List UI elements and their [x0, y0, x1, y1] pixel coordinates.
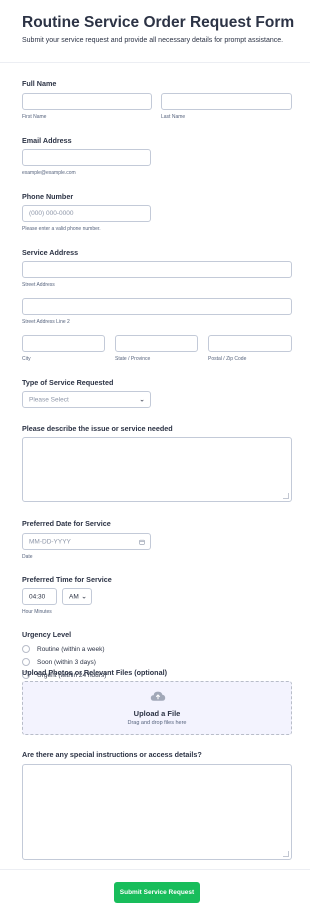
date-sublabel: Date — [22, 554, 33, 560]
email-label: Email Address — [22, 136, 72, 145]
postal-code-sublabel: Postal / Zip Code — [208, 356, 247, 362]
street-address-input[interactable] — [22, 261, 292, 278]
chevron-down-icon: ⌄ — [81, 593, 87, 600]
upload-dropzone[interactable]: Upload a File Drag and drop files here — [22, 681, 292, 735]
first-name-sublabel: First Name — [22, 114, 47, 120]
service-type-label: Type of Service Requested — [22, 378, 114, 387]
upload-label: Upload Photos or Relevant Files (optiona… — [22, 668, 167, 677]
urgency-option-label: Routine (within a week) — [37, 645, 105, 653]
date-input[interactable]: MM-DD-YYYY — [22, 533, 151, 550]
date-placeholder: MM-DD-YYYY — [29, 538, 71, 545]
describe-textarea[interactable] — [22, 437, 292, 502]
time-sublabel: Hour Minutes — [22, 609, 52, 615]
urgency-option-routine[interactable]: Routine (within a week) — [22, 644, 105, 654]
radio-button[interactable] — [22, 645, 30, 653]
resize-handle-icon[interactable] — [283, 493, 289, 499]
state-sublabel: State / Province — [115, 356, 151, 362]
email-sublabel: example@example.com — [22, 170, 76, 176]
urgency-option-soon[interactable]: Soon (within 3 days) — [22, 657, 96, 667]
last-name-input[interactable] — [161, 93, 292, 110]
email-input[interactable] — [22, 149, 151, 166]
form-header: Routine Service Order Request Form Submi… — [0, 0, 310, 63]
resize-handle-icon[interactable] — [283, 851, 289, 857]
time-hour-minute-input[interactable]: 04:30 — [22, 588, 57, 605]
state-input[interactable] — [115, 335, 198, 352]
upload-title: Upload a File — [133, 709, 181, 718]
service-type-selected: Please Select — [29, 396, 69, 403]
describe-label: Please describe the issue or service nee… — [22, 424, 173, 433]
city-sublabel: City — [22, 356, 31, 362]
form-title: Routine Service Order Request Form — [22, 14, 295, 31]
city-input[interactable] — [22, 335, 105, 352]
instructions-textarea[interactable] — [22, 764, 292, 860]
urgency-label: Urgency Level — [22, 630, 72, 639]
cloud-upload-icon — [150, 691, 166, 701]
ampm-value: AM — [69, 593, 79, 600]
chevron-down-icon: ⌄ — [139, 396, 145, 403]
time-label: Preferred Time for Service — [22, 575, 112, 584]
full-name-label: Full Name — [22, 79, 57, 88]
last-name-sublabel: Last Name — [161, 114, 186, 120]
instructions-label: Are there any special instructions or ac… — [22, 750, 202, 759]
phone-sublabel: Please enter a valid phone number. — [22, 226, 101, 232]
service-type-select[interactable]: Please Select ⌄ — [22, 391, 151, 408]
radio-button[interactable] — [22, 658, 30, 666]
street-address-sublabel: Street Address — [22, 282, 55, 288]
calendar-icon[interactable] — [139, 539, 145, 545]
street-address-2-sublabel: Street Address Line 2 — [22, 319, 70, 325]
first-name-input[interactable] — [22, 93, 152, 110]
date-label: Preferred Date for Service — [22, 519, 111, 528]
postal-code-input[interactable] — [208, 335, 292, 352]
phone-label: Phone Number — [22, 192, 74, 201]
street-address-2-input[interactable] — [22, 298, 292, 315]
address-label: Service Address — [22, 248, 79, 257]
submit-button[interactable]: Submit Service Request — [114, 882, 200, 903]
ampm-select[interactable]: AM ⌄ — [62, 588, 92, 605]
phone-input[interactable] — [22, 205, 151, 222]
time-value: 04:30 — [29, 593, 46, 600]
form-subtitle: Submit your service request and provide … — [22, 37, 284, 44]
upload-hint: Drag and drop files here — [127, 720, 187, 726]
urgency-option-label: Soon (within 3 days) — [37, 658, 96, 666]
